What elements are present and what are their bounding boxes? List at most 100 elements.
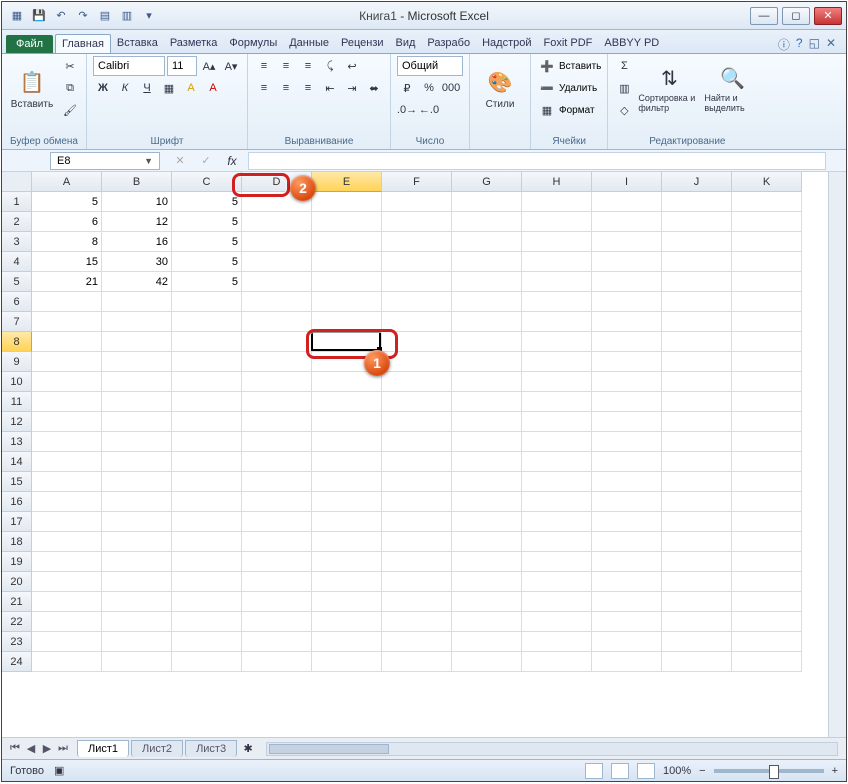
cell[interactable] [242,392,312,412]
cell[interactable] [312,292,382,312]
row-header[interactable]: 10 [2,372,32,392]
cell[interactable] [662,612,732,632]
cell[interactable] [662,332,732,352]
cell[interactable] [452,532,522,552]
cell[interactable] [522,252,592,272]
cell[interactable]: 15 [32,252,102,272]
cell[interactable]: 5 [172,212,242,232]
cell[interactable] [172,572,242,592]
cell[interactable] [242,412,312,432]
row-header[interactable]: 21 [2,592,32,612]
cell[interactable] [522,492,592,512]
cell[interactable] [662,232,732,252]
sheet-nav-prev-icon[interactable]: ◀ [24,742,38,755]
cell[interactable] [172,632,242,652]
new-sheet-icon[interactable]: ✱ [238,739,258,759]
zoom-level[interactable]: 100% [663,765,691,777]
orientation-icon[interactable]: ⤹ [320,56,340,76]
cell[interactable] [312,392,382,412]
ribbon-tab[interactable]: Вставка [111,34,164,53]
cell[interactable] [382,312,452,332]
cell[interactable] [312,232,382,252]
cell[interactable] [592,512,662,532]
cell[interactable]: 5 [172,192,242,212]
row-header[interactable]: 7 [2,312,32,332]
border-icon[interactable]: ▦ [159,78,179,98]
delete-cells-label[interactable]: Удалить [559,83,597,94]
enter-icon[interactable]: ✓ [196,151,216,171]
cell[interactable] [102,592,172,612]
cancel-icon[interactable]: ✕ [170,151,190,171]
cell[interactable] [102,312,172,332]
cell[interactable] [32,592,102,612]
cell[interactable] [452,192,522,212]
cell[interactable] [732,272,802,292]
cell[interactable] [242,552,312,572]
sort-filter-button[interactable]: ⇅ Сортировка и фильтр [638,56,700,122]
cell[interactable] [452,332,522,352]
delete-cells-icon[interactable]: ➖ [537,78,557,98]
cell[interactable]: 6 [32,212,102,232]
cell[interactable] [242,352,312,372]
row-header[interactable]: 15 [2,472,32,492]
cell[interactable] [382,292,452,312]
cell[interactable] [452,592,522,612]
cell[interactable] [592,212,662,232]
file-tab[interactable]: Файл [6,35,53,53]
undo-icon[interactable]: ↶ [52,7,70,25]
cell[interactable] [592,432,662,452]
cell[interactable] [522,312,592,332]
cell[interactable] [662,392,732,412]
cell[interactable] [312,212,382,232]
qat-icon[interactable]: ▤ [96,7,114,25]
qat-icon[interactable]: ▥ [118,7,136,25]
cell[interactable] [592,292,662,312]
cell[interactable] [732,612,802,632]
cell[interactable] [32,472,102,492]
merge-icon[interactable]: ⬌ [364,78,384,98]
grow-font-icon[interactable]: A▴ [199,56,219,76]
cells-area[interactable]: 5105612581651530521425 [32,192,828,737]
ribbon-tab[interactable]: Вид [390,34,422,53]
cell[interactable] [732,452,802,472]
sheet-nav-first-icon[interactable]: ⏮ [8,742,22,755]
cell[interactable] [452,612,522,632]
column-header[interactable]: B [102,172,172,192]
ribbon-tab[interactable]: Разрабо [421,34,476,53]
cell[interactable] [32,552,102,572]
cell[interactable] [732,512,802,532]
row-header[interactable]: 8 [2,332,32,352]
styles-button[interactable]: 🎨 Стили [476,56,524,122]
cell[interactable] [522,352,592,372]
row-header[interactable]: 11 [2,392,32,412]
cell[interactable] [382,652,452,672]
cell[interactable] [102,372,172,392]
cell[interactable] [522,452,592,472]
cell[interactable] [102,652,172,672]
cell[interactable] [592,372,662,392]
cell[interactable] [242,512,312,532]
cell[interactable] [172,532,242,552]
cell[interactable] [732,292,802,312]
cell[interactable] [452,432,522,452]
cell[interactable] [312,632,382,652]
cell[interactable] [382,212,452,232]
cell[interactable] [312,472,382,492]
cell[interactable] [312,412,382,432]
cell[interactable] [592,352,662,372]
cell[interactable]: 5 [172,272,242,292]
cell[interactable] [32,412,102,432]
cell[interactable]: 12 [102,212,172,232]
cell[interactable] [452,652,522,672]
cell[interactable]: 10 [102,192,172,212]
cell[interactable] [172,432,242,452]
row-header[interactable]: 17 [2,512,32,532]
column-header[interactable]: E [312,172,382,192]
comma-icon[interactable]: 000 [441,78,461,98]
cell[interactable]: 5 [172,232,242,252]
cell[interactable] [592,552,662,572]
cell[interactable] [452,512,522,532]
cell[interactable] [662,532,732,552]
ribbon-help-icon[interactable]: ⓘ [778,36,790,53]
row-header[interactable]: 4 [2,252,32,272]
